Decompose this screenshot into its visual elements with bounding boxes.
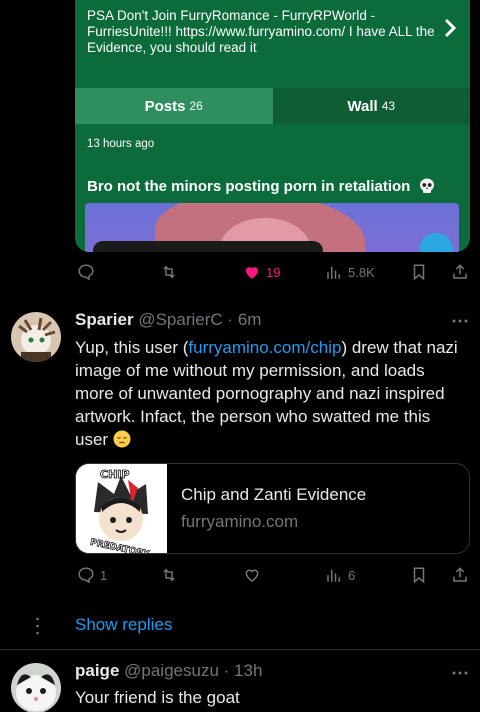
tab-wall-count: 43 [381,99,396,113]
retweet-button[interactable] [160,564,178,586]
views-icon [327,569,340,582]
show-replies-link[interactable]: Show replies [75,615,172,635]
reply-link[interactable]: furryamino.com/chip [188,338,341,357]
reply-separator: · [227,310,234,329]
reply-author-handle[interactable]: @SparierC [138,310,222,329]
chevron-right-icon[interactable] [438,16,462,40]
avatar[interactable] [11,663,61,712]
retweet-icon [163,568,175,582]
next-reply-time[interactable]: 13h [234,661,262,680]
embedded-post-card[interactable]: PSA Don't Join FurryRomance - FurryRPWor… [75,0,470,252]
link-preview-domain: furryamino.com [181,512,299,531]
tab-posts-count: 26 [189,99,203,113]
share-icon [453,264,467,279]
views-count: 6 [348,567,356,583]
more-icon[interactable] [452,318,468,324]
reply-icon [78,264,94,281]
embed-post-title: Bro not the minors posting porn in retal… [87,178,435,195]
reply-action-bar: 1 6 [75,564,470,586]
views-count: 5.8K [348,264,375,280]
thumb-top-text: CHIP [100,468,129,481]
link-preview-thumbnail: CHIP PREDATORY [76,464,167,553]
bookmark-button[interactable] [410,261,428,283]
share-icon [453,567,467,582]
like-button[interactable]: 19 [243,261,280,283]
avatar[interactable] [11,312,61,362]
next-reply-author-name[interactable]: paige [75,661,119,680]
reply-button[interactable]: 1 [77,564,107,586]
reply-author-name[interactable]: Sparier [75,310,134,329]
embed-artwork [85,203,459,252]
tab-posts-label: Posts [144,97,186,115]
bookmark-icon [413,567,425,584]
like-button[interactable] [243,564,261,586]
views-button[interactable]: 5.8K [325,261,375,283]
bookmark-icon [413,264,425,281]
tab-posts[interactable]: Posts 26 [75,88,273,124]
reply-icon [78,567,94,584]
floating-action-button [419,233,453,252]
share-button[interactable] [451,261,469,283]
tab-wall[interactable]: Wall 43 [272,88,470,124]
retweet-icon [163,265,175,279]
link-preview-card[interactable]: CHIP PREDATORY Chip and Zanti Evidence f… [75,463,470,554]
reply-time[interactable]: 6m [238,310,262,329]
link-preview-title: Chip and Zanti Evidence [181,485,367,504]
thread-dots-icon [36,617,39,635]
next-reply-text: Your friend is the goat [75,688,240,707]
reply-count: 1 [100,567,108,583]
embed-description: PSA Don't Join FurryRomance - FurryRPWor… [87,8,435,55]
next-reply-header: paige @paigesuzu · 13h [75,661,262,681]
embed-timestamp: 13 hours ago [87,138,155,150]
like-count: 19 [266,264,281,280]
member-avatars [93,241,323,252]
reply-text-start: Yup, this user ( [75,338,189,357]
views-icon [327,266,340,279]
more-icon[interactable] [452,670,468,676]
retweet-button[interactable] [160,261,178,283]
divider [0,649,480,650]
views-button[interactable]: 6 [325,564,355,586]
skull-icon [419,178,434,193]
embed-post-title-text: Bro not the minors posting porn in retal… [87,178,411,195]
next-reply-separator: · [223,661,230,680]
reply-text: Yup, this user (furryamino.com/chip) dre… [75,336,467,451]
next-reply-author-handle[interactable]: @paigesuzu [124,661,219,680]
heart-icon [245,569,259,582]
share-button[interactable] [451,564,469,586]
bookmark-button[interactable] [410,564,428,586]
reply-header: Sparier @SparierC · 6m [75,310,261,330]
pensive-face-icon [113,430,131,448]
tab-wall-label: Wall [347,97,378,115]
tweet-action-bar: 19 5.8K [75,261,470,283]
heart-icon [246,267,258,279]
embed-tabs: Posts 26 Wall 43 [75,88,470,124]
reply-button[interactable] [77,261,95,283]
